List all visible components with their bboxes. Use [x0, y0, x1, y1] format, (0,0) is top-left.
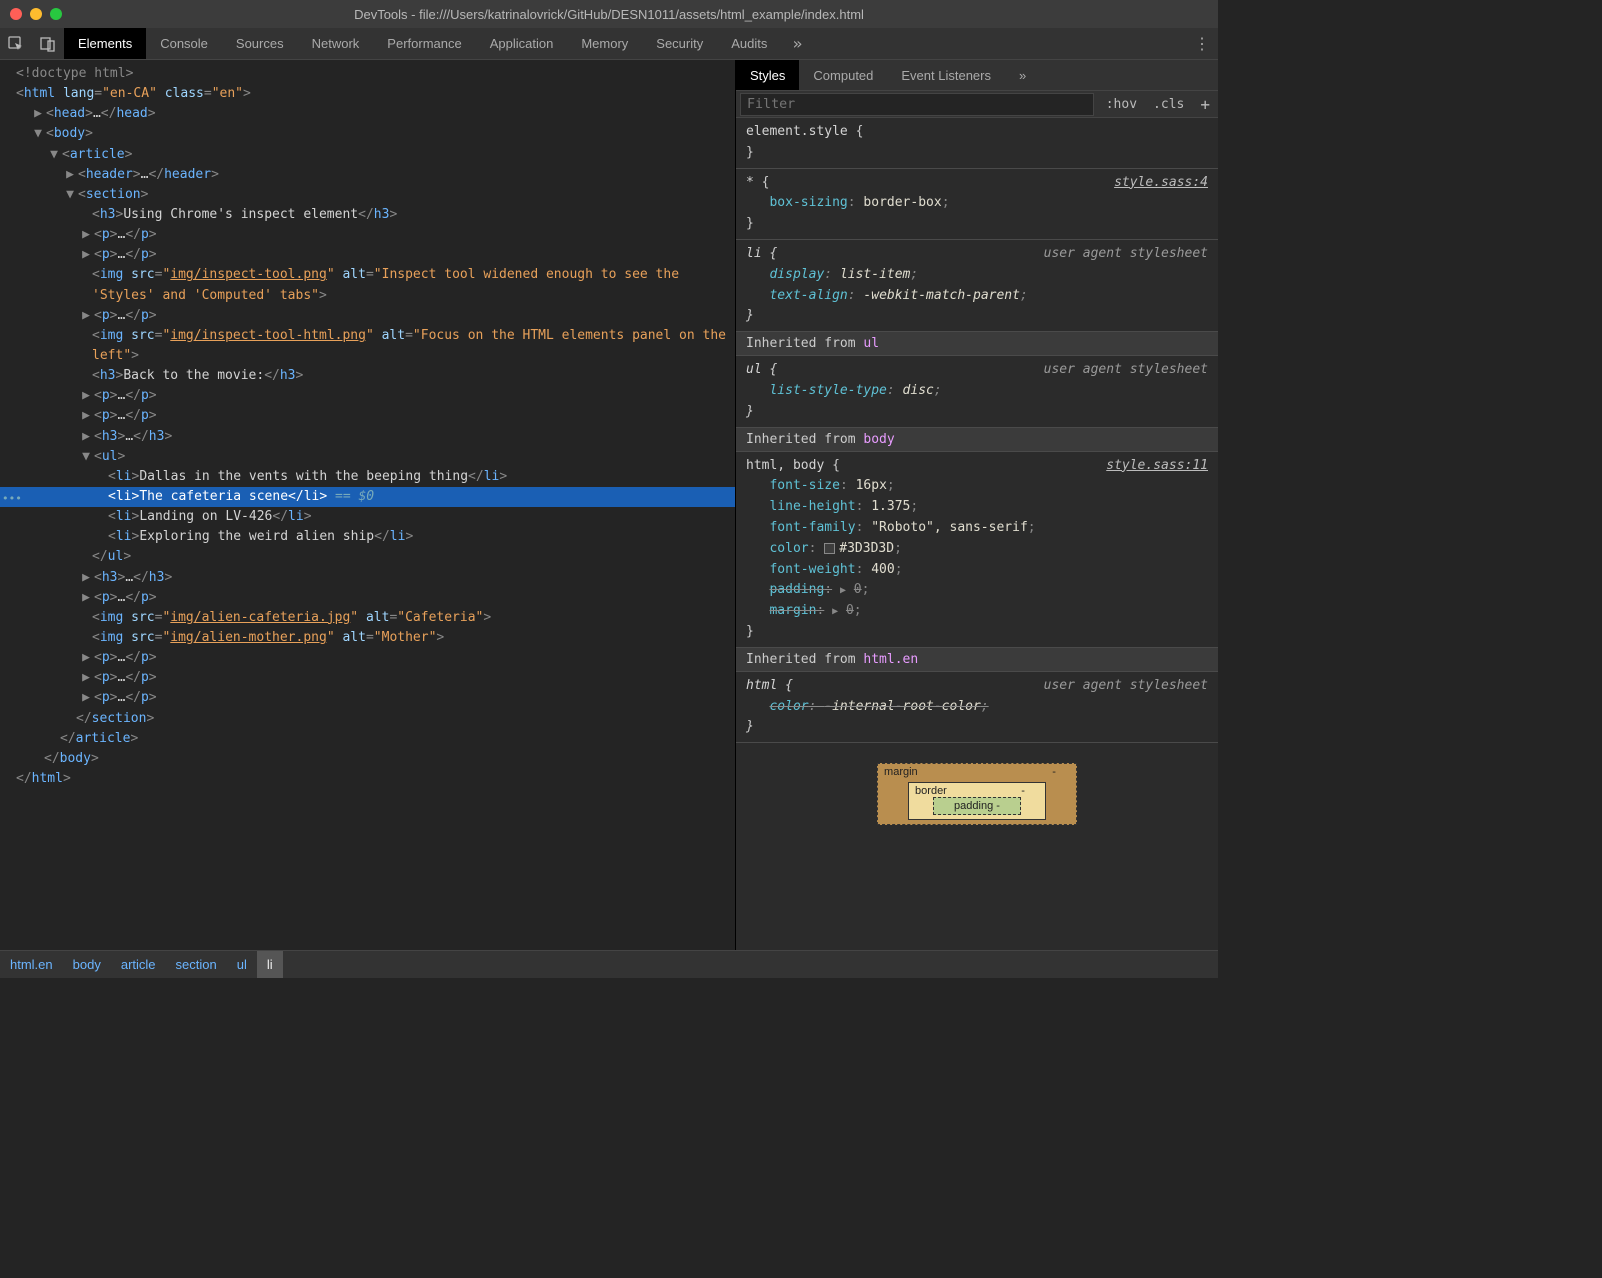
elements-tree[interactable]: <!doctype html> <html lang="en-CA" class… — [0, 60, 735, 950]
rule-star[interactable]: style.sass:4 * { box-sizing: border-box;… — [736, 169, 1218, 240]
rule-html-ua[interactable]: user agent stylesheet html { color: -int… — [736, 672, 1218, 743]
color-swatch-icon[interactable] — [824, 543, 835, 554]
window-title: DevTools - file:///Users/katrinalovrick/… — [0, 7, 1218, 22]
dom-line[interactable]: ▶<p>…</p> — [0, 406, 735, 426]
rule-element-style[interactable]: element.style { } — [736, 118, 1218, 169]
dom-line[interactable]: <h3>Back to the movie:</h3> — [0, 366, 735, 386]
dom-line[interactable]: ▶<h3>…</h3> — [0, 427, 735, 447]
dom-line[interactable]: ▶<p>…</p> — [0, 668, 735, 688]
expand-shorthand-icon[interactable]: ▶ — [832, 606, 838, 617]
close-window-button[interactable] — [10, 8, 22, 20]
expand-shorthand-icon[interactable]: ▶ — [840, 585, 846, 596]
dom-line[interactable]: ▶<p>…</p> — [0, 648, 735, 668]
dom-line[interactable]: <li>Landing on LV-426</li> — [0, 507, 735, 527]
main-split: <!doctype html> <html lang="en-CA" class… — [0, 60, 1218, 950]
styles-panel: Styles Computed Event Listeners » :hov .… — [735, 60, 1218, 950]
dom-line[interactable]: <!doctype html> — [0, 64, 735, 84]
dom-line-selected[interactable]: •••<li>The cafeteria scene</li> == $0 — [0, 487, 735, 507]
dom-line[interactable]: ▶<p>…</p> — [0, 245, 735, 265]
crumb-ul[interactable]: ul — [227, 951, 257, 978]
dom-line[interactable]: <li>Dallas in the vents with the beeping… — [0, 467, 735, 487]
dom-line[interactable]: <h3>Using Chrome's inspect element</h3> — [0, 205, 735, 225]
dom-line[interactable]: <li>Exploring the weird alien ship</li> — [0, 527, 735, 547]
dom-line[interactable]: ▶<p>…</p> — [0, 588, 735, 608]
tab-elements[interactable]: Elements — [64, 28, 146, 59]
inherit-header: Inherited from ul — [736, 332, 1218, 356]
source-link[interactable]: style.sass:4 — [1114, 173, 1208, 194]
rule-html-body[interactable]: style.sass:11 html, body { font-size: 16… — [736, 452, 1218, 648]
tab-performance[interactable]: Performance — [373, 28, 475, 59]
dom-line[interactable]: <html lang="en-CA" class="en"> — [0, 84, 735, 104]
dom-line[interactable]: <img src="img/inspect-tool-html.png" alt… — [0, 326, 735, 366]
filter-input[interactable] — [740, 93, 1094, 116]
dom-line[interactable]: </body> — [0, 749, 735, 769]
kebab-menu-icon[interactable]: ⋮ — [1186, 28, 1218, 59]
dom-line[interactable]: ▼<section> — [0, 185, 735, 205]
dom-line[interactable]: ▼<body> — [0, 124, 735, 144]
dom-line[interactable]: ▶<p>…</p> — [0, 386, 735, 406]
more-tabs-icon[interactable]: » — [781, 28, 813, 59]
inherit-header: Inherited from html.en — [736, 648, 1218, 672]
tab-memory[interactable]: Memory — [567, 28, 642, 59]
tab-styles[interactable]: Styles — [736, 60, 799, 90]
main-toolbar: Elements Console Sources Network Perform… — [0, 28, 1218, 60]
crumb-body[interactable]: body — [63, 951, 111, 978]
inspect-element-icon[interactable] — [0, 28, 32, 59]
cls-toggle[interactable]: .cls — [1145, 97, 1192, 112]
dom-line[interactable]: ▶<p>…</p> — [0, 688, 735, 708]
rule-li-ua[interactable]: user agent stylesheet li { display: list… — [736, 240, 1218, 332]
crumb-html[interactable]: html.en — [0, 951, 63, 978]
maximize-window-button[interactable] — [50, 8, 62, 20]
crumb-article[interactable]: article — [111, 951, 166, 978]
dom-line[interactable]: </article> — [0, 729, 735, 749]
dom-line[interactable]: ▶<head>…</head> — [0, 104, 735, 124]
tab-event-listeners[interactable]: Event Listeners — [887, 60, 1005, 90]
dom-line[interactable]: </ul> — [0, 547, 735, 567]
dom-line[interactable]: </section> — [0, 709, 735, 729]
dom-line[interactable]: <img src="img/alien-mother.png" alt="Mot… — [0, 628, 735, 648]
minimize-window-button[interactable] — [30, 8, 42, 20]
ellipsis-icon: ••• — [2, 490, 22, 507]
rule-ul-ua[interactable]: user agent stylesheet ul { list-style-ty… — [736, 356, 1218, 427]
box-model[interactable]: margin - border - padding - — [736, 743, 1218, 845]
dom-line[interactable]: <img src="img/inspect-tool.png" alt="Ins… — [0, 265, 735, 305]
ua-stylesheet-label: user agent stylesheet — [1044, 244, 1208, 265]
crumb-li[interactable]: li — [257, 951, 283, 978]
tab-application[interactable]: Application — [476, 28, 568, 59]
titlebar: DevTools - file:///Users/katrinalovrick/… — [0, 0, 1218, 28]
tab-computed[interactable]: Computed — [799, 60, 887, 90]
dom-line[interactable]: ▶<header>…</header> — [0, 165, 735, 185]
dom-line[interactable]: </html> — [0, 769, 735, 789]
tab-sources[interactable]: Sources — [222, 28, 298, 59]
dom-line[interactable]: ▶<p>…</p> — [0, 225, 735, 245]
dom-line[interactable]: <img src="img/alien-cafeteria.jpg" alt="… — [0, 608, 735, 628]
device-toolbar-icon[interactable] — [32, 28, 64, 59]
styles-tabs: Styles Computed Event Listeners » — [736, 60, 1218, 90]
dom-line[interactable]: ▶<p>…</p> — [0, 306, 735, 326]
dom-line[interactable]: ▼<ul> — [0, 447, 735, 467]
dom-line[interactable]: ▶<h3>…</h3> — [0, 568, 735, 588]
filter-bar: :hov .cls + — [736, 90, 1218, 118]
new-style-rule-icon[interactable]: + — [1192, 95, 1218, 114]
dom-line[interactable]: ▼<article> — [0, 145, 735, 165]
traffic-lights — [0, 8, 62, 20]
tab-network[interactable]: Network — [298, 28, 374, 59]
ua-stylesheet-label: user agent stylesheet — [1044, 360, 1208, 381]
ua-stylesheet-label: user agent stylesheet — [1044, 676, 1208, 697]
inherit-header: Inherited from body — [736, 428, 1218, 452]
tab-console[interactable]: Console — [146, 28, 222, 59]
more-tabs-icon[interactable]: » — [1005, 60, 1040, 90]
crumb-section[interactable]: section — [166, 951, 227, 978]
hov-toggle[interactable]: :hov — [1098, 97, 1145, 112]
tab-security[interactable]: Security — [642, 28, 717, 59]
source-link[interactable]: style.sass:11 — [1106, 456, 1208, 477]
breadcrumb: html.en body article section ul li — [0, 950, 1218, 978]
tab-audits[interactable]: Audits — [717, 28, 781, 59]
